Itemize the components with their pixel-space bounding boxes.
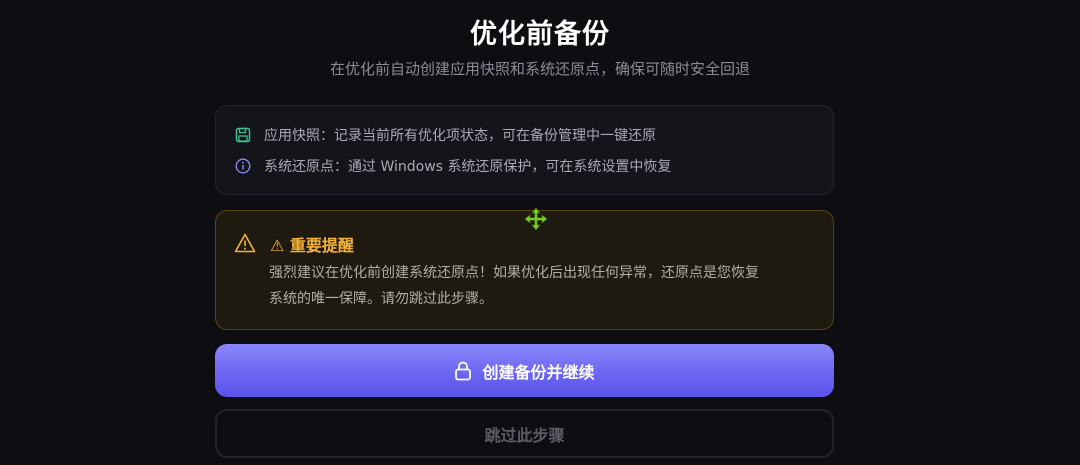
create-backup-label: 创建备份并继续 xyxy=(482,362,595,382)
info-item-label: 系统还原点：通过 Windows 系统还原保护，可在系统设置中恢复 xyxy=(264,158,672,175)
skip-step-button[interactable]: 跳过此步骤 xyxy=(215,409,834,458)
warning-title: ⚠ 重要提醒 xyxy=(270,236,354,255)
move-cursor-icon xyxy=(524,207,548,231)
skip-step-label: 跳过此步骤 xyxy=(484,425,565,445)
save-icon xyxy=(234,126,252,144)
warning-message: 强烈建议在优化前创建系统还原点！如果优化后出现任何异常，还原点是您恢复 系统的唯… xyxy=(269,265,759,307)
info-card: 应用快照：记录当前所有优化项状态，可在备份管理中一键还原 系统还原点：通过 Wi… xyxy=(215,105,834,195)
backup-dialog: 优化前备份 在优化前自动创建应用快照和系统还原点，确保可随时安全回退 应用快照：… xyxy=(0,0,1080,465)
warning-icon xyxy=(234,233,256,253)
info-item-label: 应用快照：记录当前所有优化项状态，可在备份管理中一键还原 xyxy=(264,127,656,144)
page-subtitle: 在优化前自动创建应用快照和系统还原点，确保可随时安全回退 xyxy=(329,60,750,78)
lock-icon xyxy=(455,361,472,380)
page-title: 优化前备份 xyxy=(470,19,610,50)
info-item-restore-point: 系统还原点：通过 Windows 系统还原保护，可在系统设置中恢复 xyxy=(234,155,833,176)
info-icon xyxy=(234,157,252,175)
info-item-snapshot: 应用快照：记录当前所有优化项状态，可在备份管理中一键还原 xyxy=(234,124,833,145)
create-backup-button[interactable]: 创建备份并继续 xyxy=(215,344,834,397)
